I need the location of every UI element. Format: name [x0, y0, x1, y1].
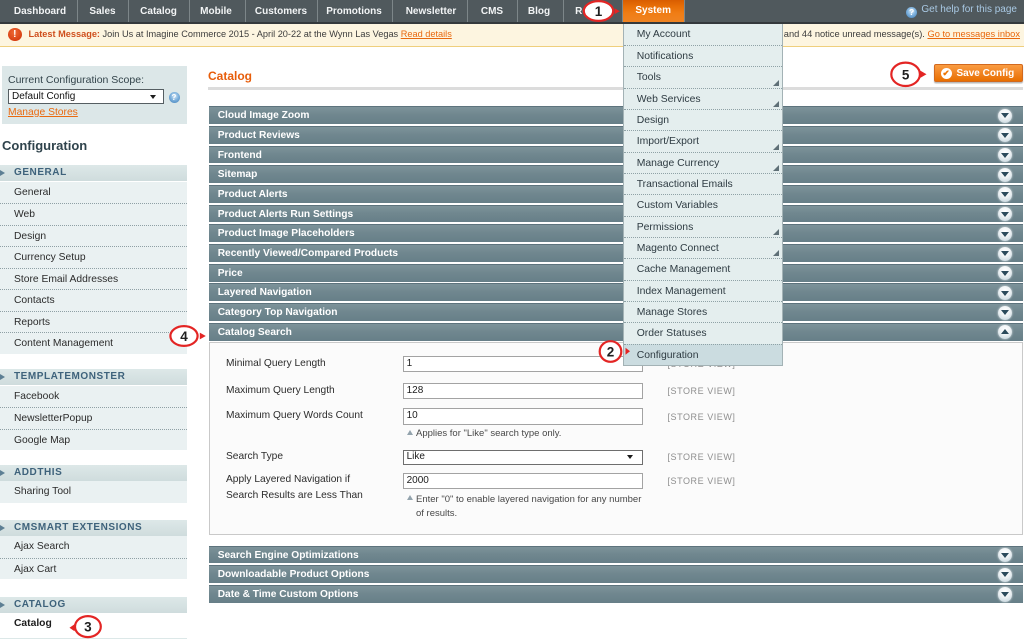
- svg-text:5: 5: [902, 67, 910, 82]
